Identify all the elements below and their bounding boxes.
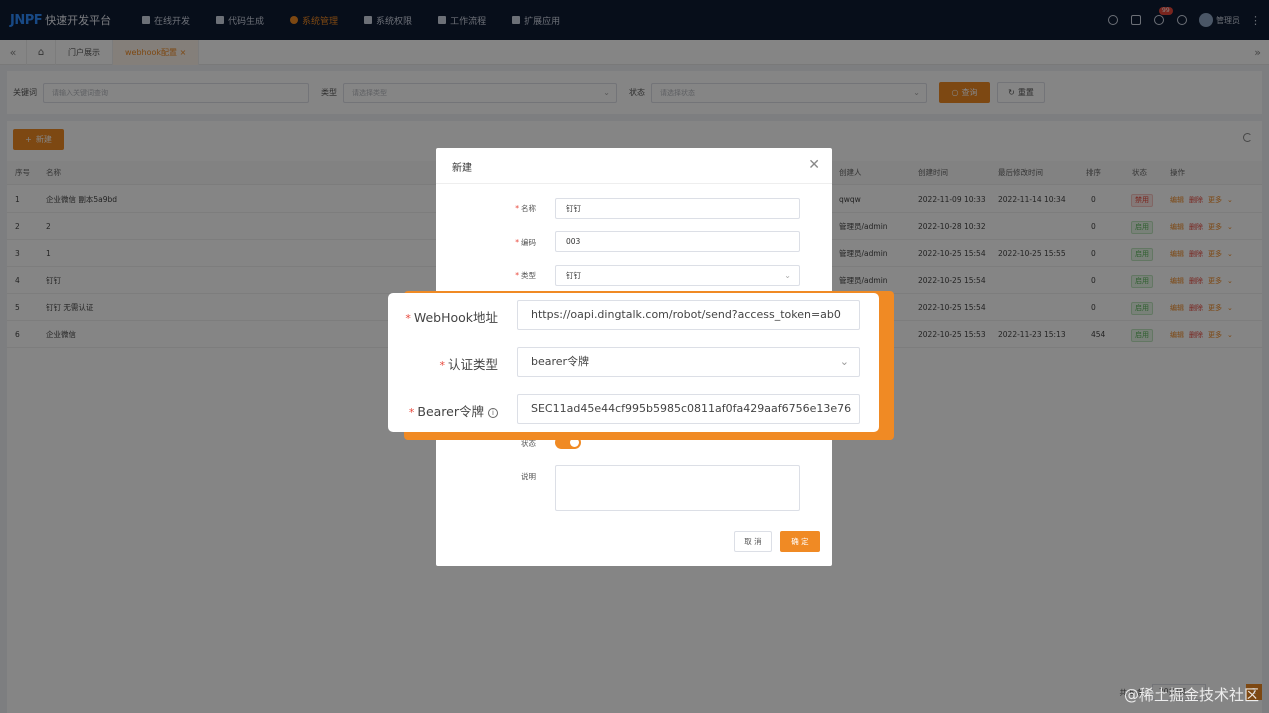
- bearer-token-label-text: Bearer令牌: [417, 404, 484, 419]
- dialog-title: 新建: [452, 163, 472, 174]
- type-select[interactable]: 钉钉 ⌄: [555, 265, 800, 286]
- type-label-text: 类型: [521, 271, 536, 280]
- name-label-text: 名称: [521, 204, 536, 213]
- cancel-button[interactable]: 取 消: [734, 531, 772, 552]
- watermark: @稀土掘金技术社区: [1123, 686, 1259, 704]
- auth-type-select[interactable]: bearer令牌 ⌄: [517, 347, 860, 377]
- webhook-url-label: * WebHook地址: [405, 310, 498, 325]
- auth-type-value: bearer令牌: [531, 355, 590, 368]
- dialog-header: 新建 ✕: [436, 148, 832, 184]
- webhook-url-input[interactable]: https://oapi.dingtalk.com/robot/send?acc…: [517, 300, 860, 330]
- type-label: * 类型: [515, 271, 536, 280]
- confirm-button[interactable]: 确 定: [780, 531, 820, 552]
- auth-type-label: * 认证类型: [439, 357, 498, 372]
- chevron-down-icon: ⌄: [839, 355, 849, 368]
- code-label: * 编码: [515, 238, 536, 247]
- name-label: * 名称: [515, 204, 536, 213]
- description-textarea[interactable]: [555, 465, 800, 511]
- auth-type-label-text: 认证类型: [447, 357, 498, 372]
- type-value: 钉钉: [566, 271, 581, 280]
- close-icon[interactable]: ✕: [808, 157, 820, 173]
- chevron-down-icon: ⌄: [784, 271, 791, 280]
- desc-label: 说明: [521, 472, 536, 481]
- name-input[interactable]: 钉钉: [555, 198, 800, 219]
- code-label-text: 编码: [521, 238, 536, 247]
- bearer-token-input[interactable]: SEC11ad45e44cf995b5985c0811af0fa429aaf67…: [517, 394, 860, 424]
- zoom-callout: * WebHook地址 https://oapi.dingtalk.com/rob…: [388, 293, 879, 432]
- webhook-url-label-text: WebHook地址: [413, 310, 498, 325]
- info-icon[interactable]: i: [488, 408, 498, 418]
- code-input[interactable]: 003: [555, 231, 800, 252]
- bearer-token-label: * Bearer令牌 i: [388, 401, 498, 420]
